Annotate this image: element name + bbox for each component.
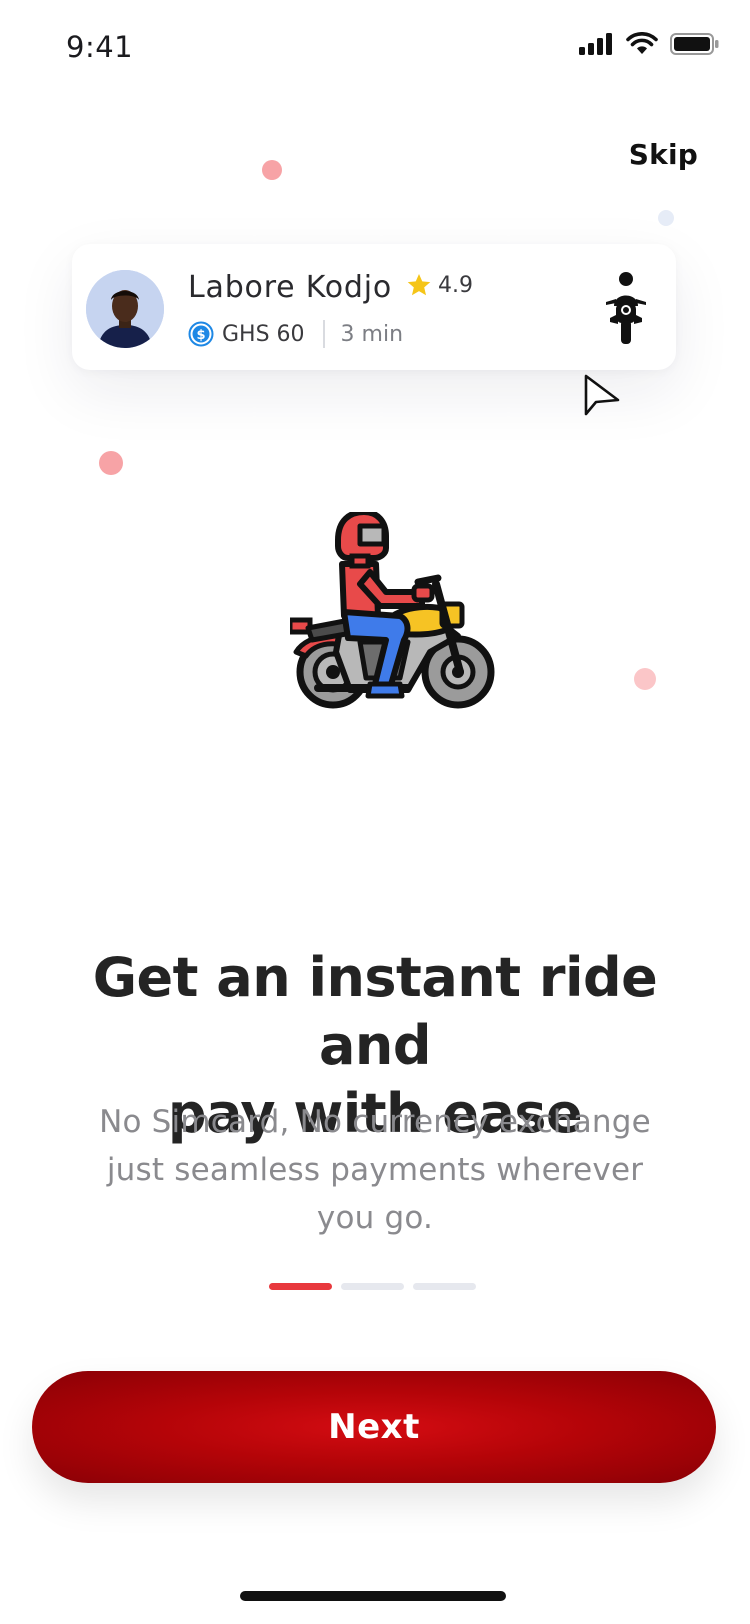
next-button[interactable]: Next	[32, 1371, 716, 1483]
eta: 3 min	[340, 321, 404, 347]
decor-dot	[658, 210, 674, 226]
status-time: 9:41	[66, 30, 134, 64]
signal-icon	[579, 33, 612, 55]
driver-card: Labore Kodjo 4.9 $ GHS 60 3 min	[72, 244, 676, 370]
star-icon	[407, 273, 431, 296]
svg-text:$: $	[196, 328, 205, 343]
status-bar: 9:41	[0, 0, 750, 96]
driver-name: Labore Kodjo	[188, 270, 393, 305]
driver-rating: 4.9	[406, 272, 473, 298]
decor-dot	[99, 451, 123, 475]
page-indicator-inactive	[341, 1283, 404, 1290]
rating-value: 4.9	[438, 272, 473, 298]
cursor-arrow-icon	[584, 374, 620, 416]
decor-dot	[262, 160, 282, 180]
subtitle-line: just seamless payments wherever	[106, 1152, 644, 1188]
headline-line: Get an instant ride and	[92, 946, 658, 1077]
fare-amount: GHS 60	[222, 321, 305, 347]
page-indicator-active	[269, 1283, 332, 1290]
wifi-icon	[626, 32, 658, 54]
status-icons	[578, 32, 720, 56]
subtitle-line: you go.	[316, 1200, 434, 1236]
onboarding-subtitle: No Simcard, No currency exchange just se…	[70, 1098, 680, 1242]
decor-dot	[634, 668, 656, 690]
page-indicator	[269, 1283, 476, 1290]
page-indicator-inactive	[413, 1283, 476, 1290]
motorbike-rider-icon	[606, 272, 646, 344]
avatar	[86, 270, 164, 348]
motorbike-illustration	[290, 512, 495, 709]
dollar-coin-icon: $	[188, 321, 214, 347]
home-indicator[interactable]	[240, 1591, 506, 1601]
fare-row: $ GHS 60 3 min	[188, 320, 403, 348]
divider	[322, 320, 325, 348]
skip-button[interactable]: Skip	[629, 138, 698, 171]
battery-icon	[670, 33, 719, 55]
subtitle-line: No Simcard, No currency exchange	[99, 1104, 651, 1140]
